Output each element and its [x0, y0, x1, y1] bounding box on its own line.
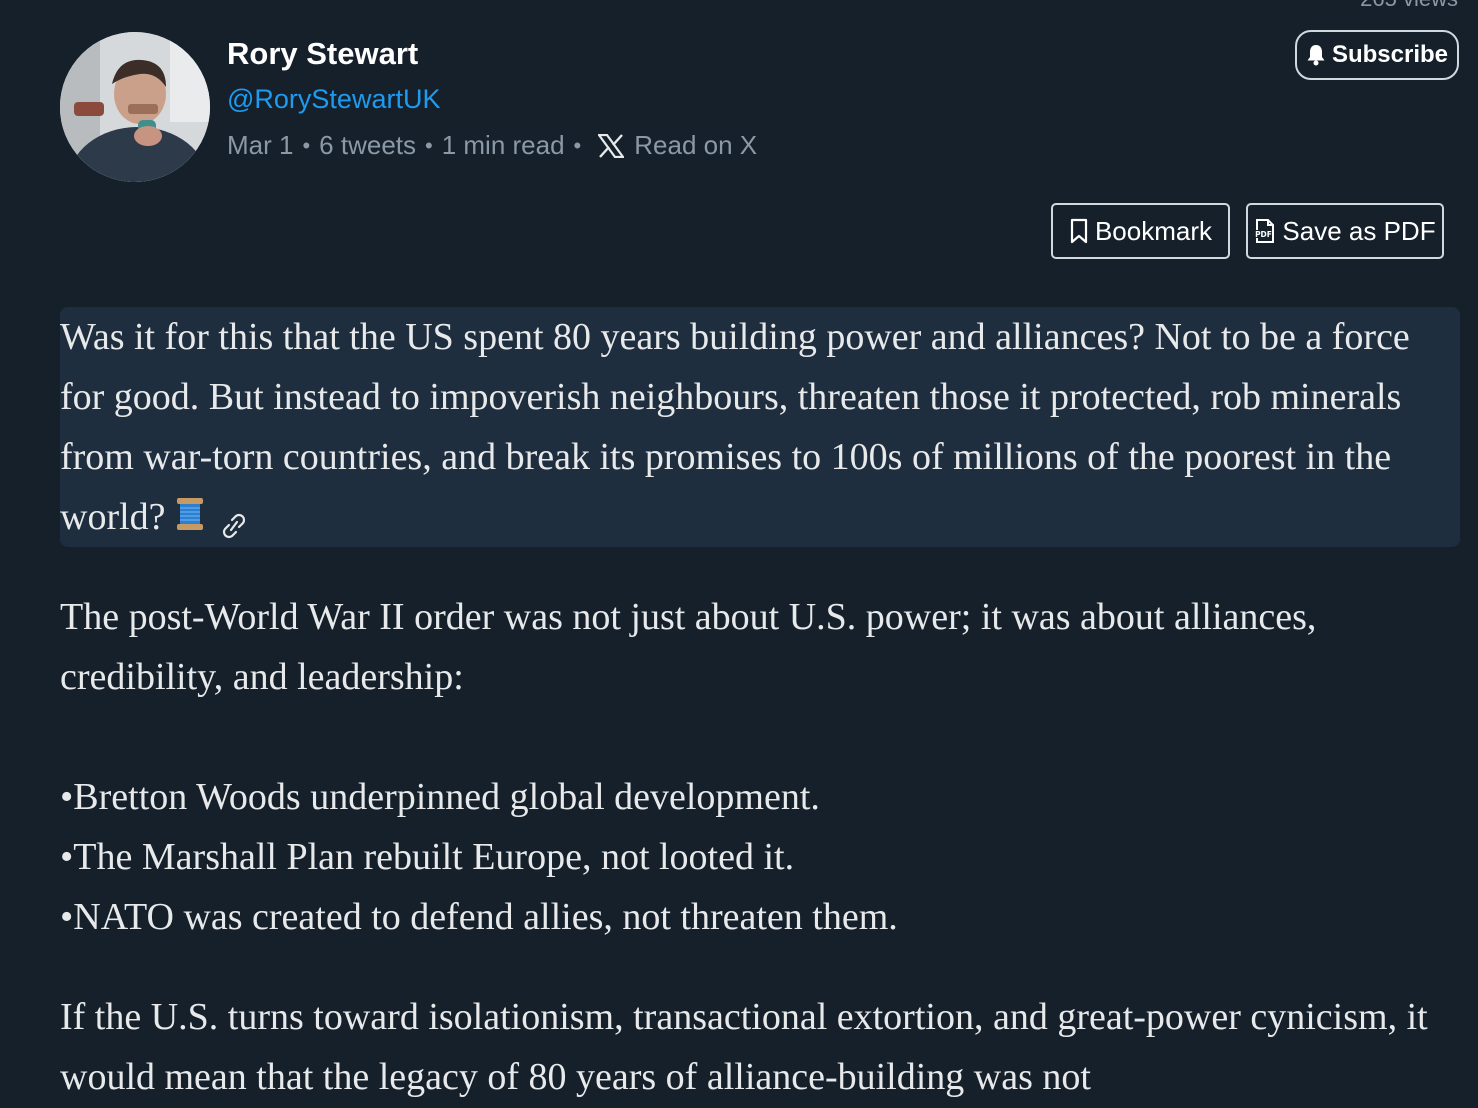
link-icon[interactable] — [216, 497, 252, 557]
separator-dot: • — [425, 132, 433, 158]
bookmark-button[interactable]: Bookmark — [1051, 203, 1230, 259]
spool-of-thread-icon — [174, 490, 206, 550]
pdf-file-icon: PDF — [1255, 219, 1275, 243]
post-date: Mar 1 — [227, 130, 294, 160]
avatar[interactable] — [60, 32, 210, 182]
tweet-text: Was it for this that the US spent 80 yea… — [60, 316, 1410, 538]
bullet-list: •Bretton Woods underpinned global develo… — [60, 767, 1460, 947]
list-item: •The Marshall Plan rebuilt Europe, not l… — [60, 836, 795, 878]
thread-meta: Mar 1 • 6 tweets • 1 min read • Read on … — [227, 130, 757, 161]
list-item: •NATO was created to defend allies, not … — [60, 896, 898, 938]
author-name[interactable]: Rory Stewart — [227, 36, 418, 72]
thread-content: Was it for this that the US spent 80 yea… — [60, 307, 1460, 1107]
svg-text:PDF: PDF — [1255, 230, 1272, 239]
tweet-highlighted[interactable]: Was it for this that the US spent 80 yea… — [60, 307, 1460, 547]
separator-dot: • — [302, 132, 311, 158]
tweet-count: 6 tweets — [319, 130, 416, 160]
separator-dot: • — [573, 132, 582, 158]
tweet-paragraph[interactable]: If the U.S. turns toward isolationism, t… — [60, 987, 1460, 1107]
tweet-paragraph[interactable]: The post-World War II order was not just… — [60, 587, 1460, 707]
subscribe-label: Subscribe — [1331, 41, 1449, 68]
subscribe-button[interactable]: Subscribe — [1295, 30, 1459, 80]
save-as-pdf-button[interactable]: PDF Save as PDF — [1246, 203, 1444, 259]
x-logo-icon — [598, 133, 625, 158]
list-item: •Bretton Woods underpinned global develo… — [60, 776, 820, 818]
views-count: 265 views — [1360, 0, 1458, 12]
bell-icon — [1307, 45, 1325, 66]
author-handle-link[interactable]: @RoryStewartUK — [227, 84, 440, 115]
read-on-x-link[interactable]: Read on X — [598, 130, 757, 161]
save-as-pdf-label: Save as PDF — [1282, 215, 1436, 246]
bookmark-label: Bookmark — [1094, 215, 1213, 246]
bookmark-icon — [1070, 218, 1088, 244]
read-on-x-label: Read on X — [634, 130, 758, 160]
read-time: 1 min read — [441, 130, 565, 160]
